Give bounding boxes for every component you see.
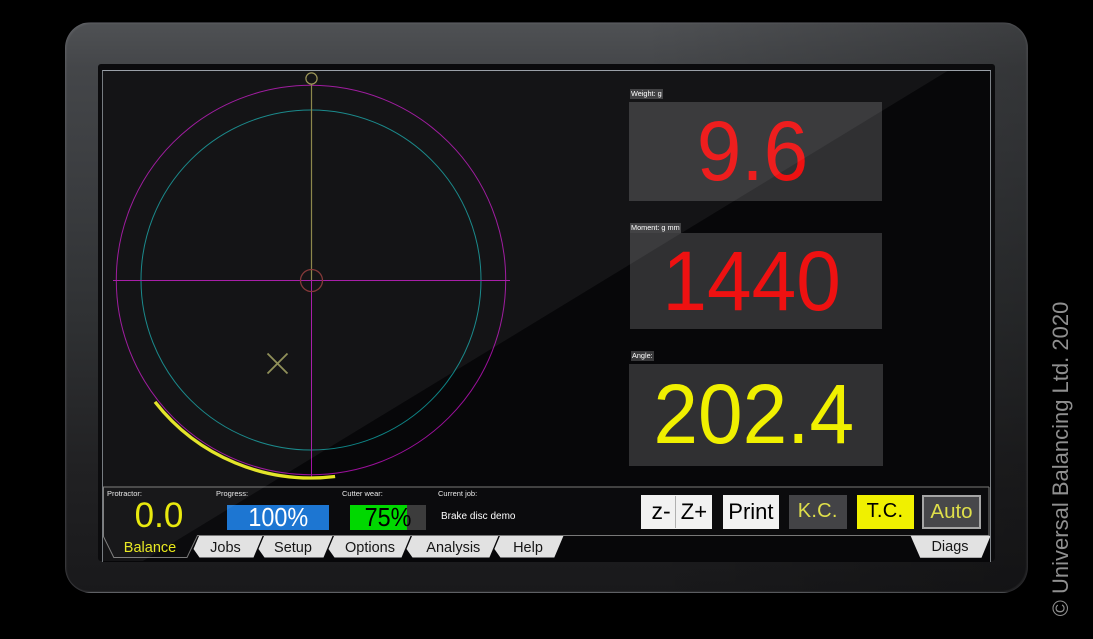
svg-text:Help: Help: [513, 540, 543, 556]
svg-text:Setup: Setup: [274, 540, 312, 556]
svg-text:Options: Options: [345, 540, 395, 556]
svg-text:Analysis: Analysis: [426, 540, 480, 556]
svg-text:Diags: Diags: [931, 539, 968, 555]
svg-text:Jobs: Jobs: [210, 540, 241, 556]
